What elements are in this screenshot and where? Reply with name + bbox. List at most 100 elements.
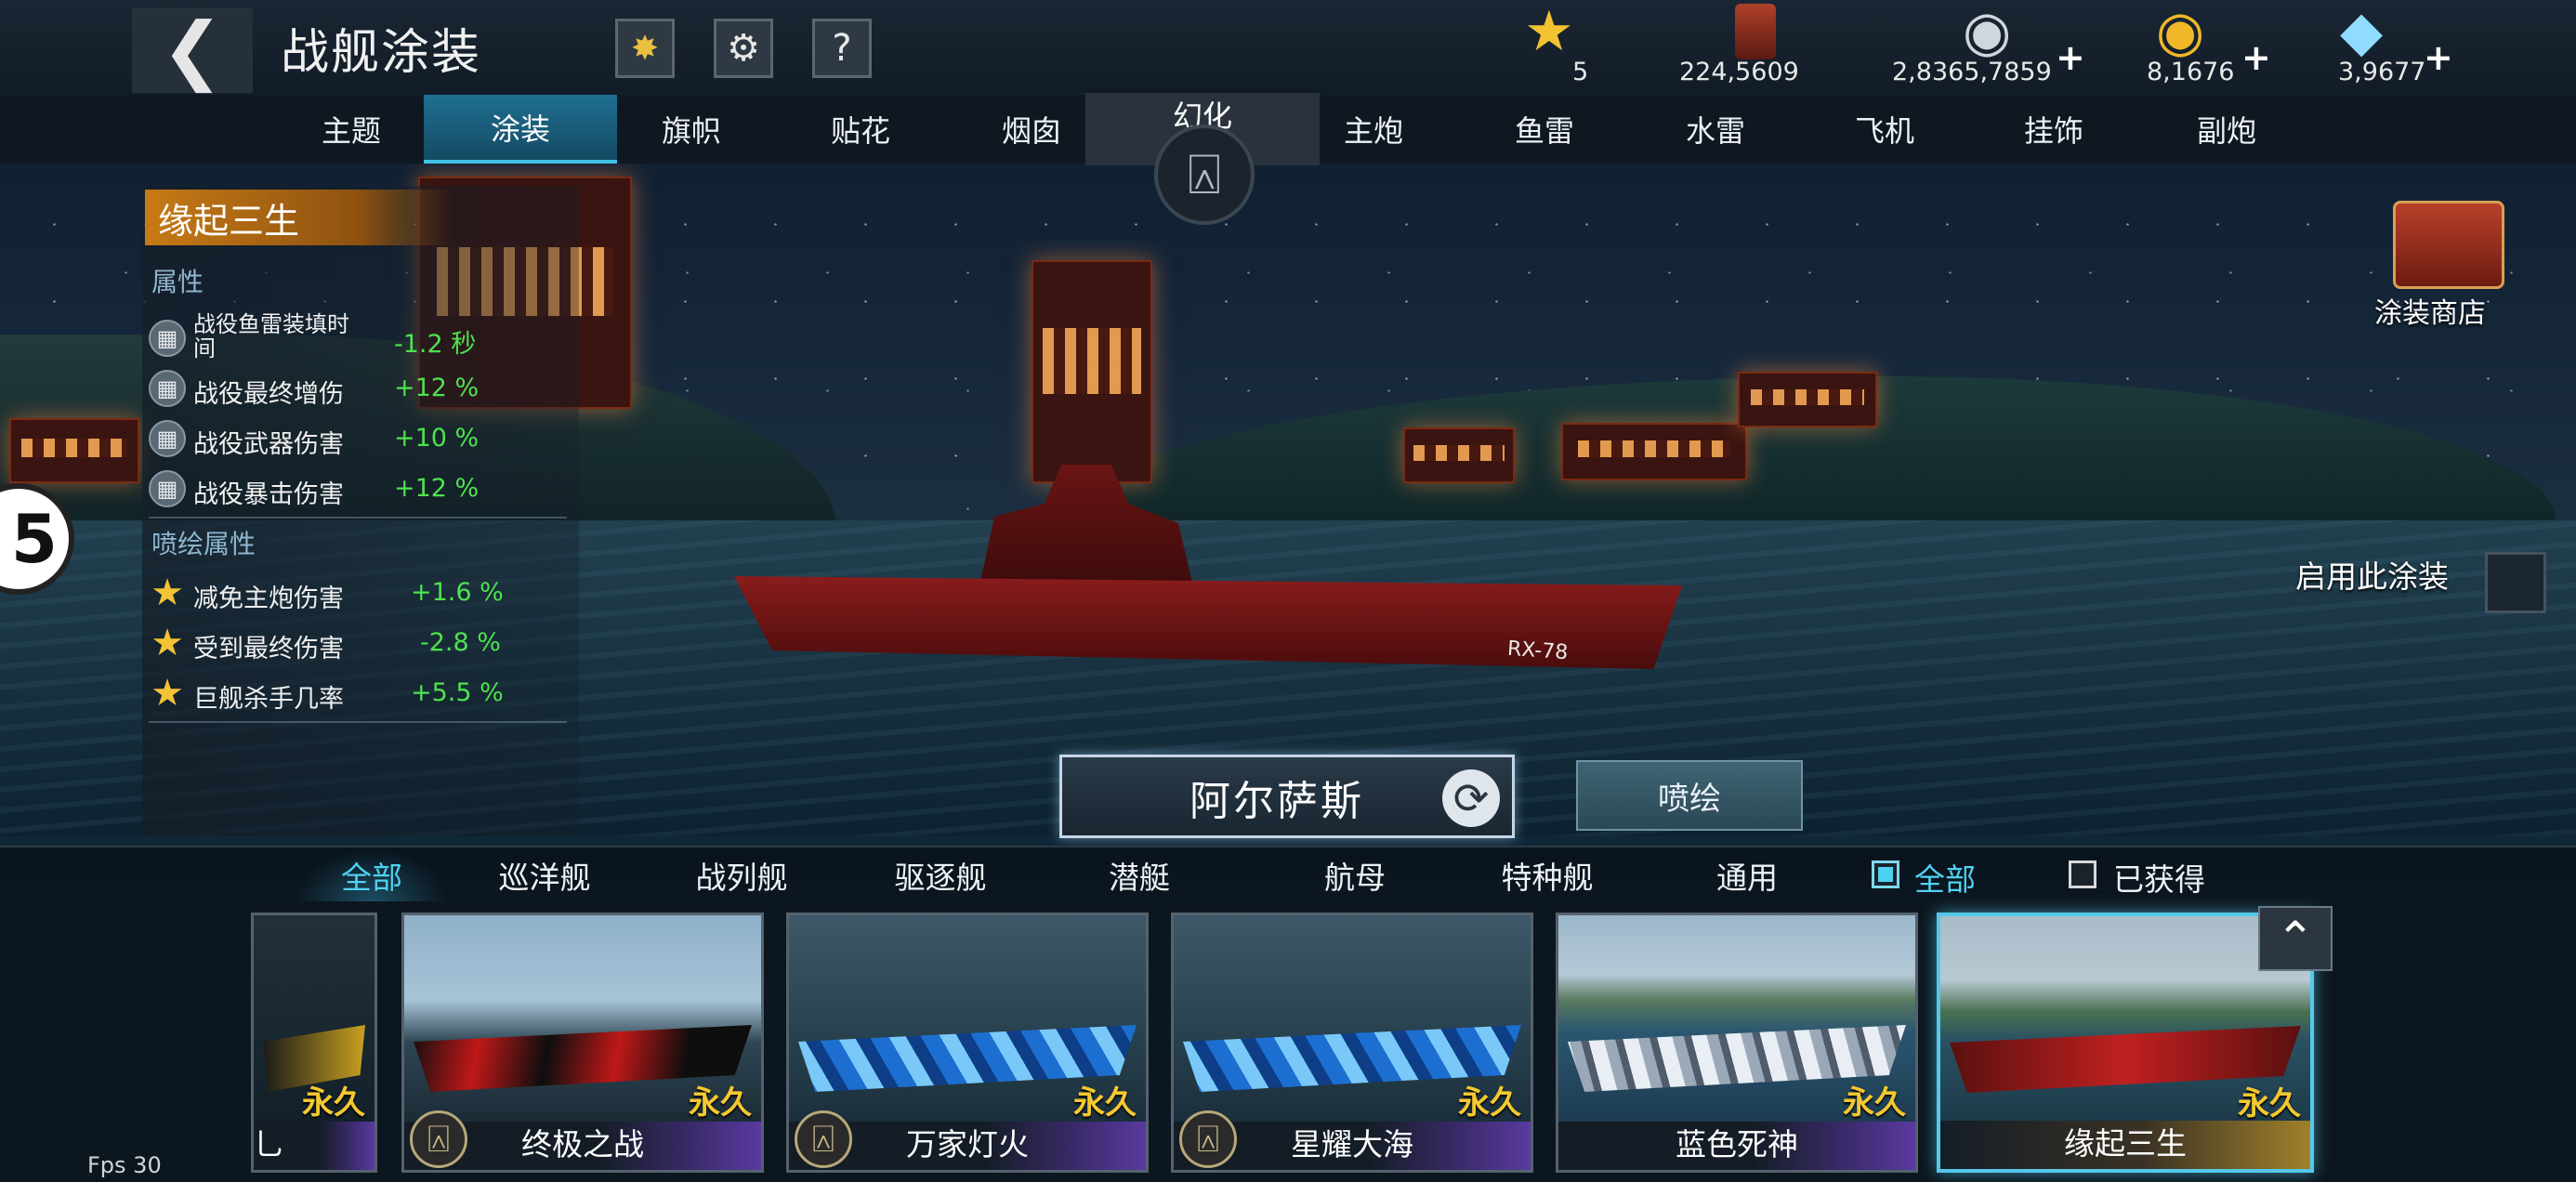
paint-shop-label: 涂装商店	[2374, 297, 2486, 330]
spray-attribute-row: ★ 巨舰杀手几率 +5.5 %	[149, 671, 567, 716]
switch-ship-button[interactable]: ⟳	[1442, 769, 1500, 827]
fireworks-button[interactable]: ✸	[615, 19, 675, 78]
diamond-count: 3,9677	[2338, 58, 2426, 86]
permanent-tag: 永久	[1843, 1084, 1906, 1122]
add-gold-button[interactable]: +	[2241, 37, 2271, 78]
filter-submarine[interactable]: 潜艇	[1084, 847, 1195, 903]
star-icon: ★	[151, 672, 184, 715]
fireworks-icon: ✸	[630, 29, 660, 68]
back-button[interactable]: ❮	[132, 7, 253, 93]
attributes-title: 属性	[151, 267, 204, 297]
skin-card-name: 蓝色死神	[1676, 1126, 1798, 1162]
triquetra-icon: ⍓	[1188, 142, 1221, 207]
spray-attribute-row: ★ 受到最终伤害 -2.8 %	[149, 621, 567, 665]
tab-secondary-gun[interactable]: 副炮	[2171, 95, 2282, 164]
star-resource: ★ 5	[1524, 0, 1617, 93]
spray-attribute-value: +5.5 %	[411, 678, 504, 707]
skin-card-name: 终极之战	[521, 1126, 644, 1162]
spray-button[interactable]: 喷绘	[1576, 760, 1803, 831]
transform-emblem[interactable]: ⍓	[1154, 125, 1255, 225]
paint-resource: 224,5609	[1677, 0, 1845, 93]
tab-aircraft[interactable]: 飞机	[1829, 95, 1940, 164]
attribute-row: ▦ 战役暴击伤害 +12 %	[149, 466, 567, 511]
expand-list-button[interactable]: ⌃	[2258, 906, 2333, 971]
toggle-all-checkbox[interactable]	[1872, 860, 1899, 888]
filter-destroyer[interactable]: 驱逐舰	[864, 847, 1017, 903]
attribute-value: -1.2 秒	[394, 330, 477, 359]
skin-card[interactable]: 永久 ⍓ 星耀大海	[1171, 913, 1533, 1173]
gear-icon: ⚙	[727, 27, 760, 70]
spray-attribute-value: +1.6 %	[411, 578, 504, 607]
attribute-name: 战役武器伤害	[193, 430, 344, 459]
skin-card[interactable]: 永久 ⍓ 万家灯火	[786, 913, 1149, 1173]
skin-card-name: 星耀大海	[1291, 1126, 1413, 1162]
diamond-resource[interactable]: ◆ 3,9677 +	[2334, 0, 2455, 93]
house	[1738, 372, 1877, 427]
tab-main-gun[interactable]: 主炮	[1318, 95, 1429, 164]
spray-attributes-title: 喷绘属性	[151, 529, 256, 559]
attribute-value: +10 %	[394, 424, 480, 453]
ship-type-filter: 全部 巡洋舰 战列舰 驱逐舰 潜艇 航母 特种舰 通用 全部 已获得	[0, 846, 2576, 903]
treasure-chest-icon	[2393, 201, 2504, 289]
attribute-row: ▦ 战役鱼雷装填时间 -1.2 秒	[149, 312, 567, 361]
help-button[interactable]: ?	[812, 19, 872, 78]
tab-funnel[interactable]: 烟囱	[976, 95, 1087, 164]
filter-battleship[interactable]: 战列舰	[665, 847, 818, 903]
paint-shop-button[interactable]: 涂装商店	[2374, 201, 2523, 340]
attribute-value: +12 %	[394, 474, 480, 503]
attribute-name: 战役暴击伤害	[193, 480, 344, 509]
attribute-name: 战役最终增伤	[193, 380, 344, 409]
permanent-tag: 永久	[1458, 1084, 1521, 1122]
ship-name: 阿尔萨斯	[1189, 778, 1364, 825]
tab-decal[interactable]: 贴花	[805, 95, 916, 164]
permanent-tag: 永久	[2238, 1085, 2301, 1123]
tab-theme[interactable]: 主题	[296, 95, 407, 164]
skin-name: 缘起三生	[145, 190, 452, 245]
gold-coins-icon: ◉	[2156, 0, 2205, 64]
skin-card-name: 万家灯火	[906, 1126, 1029, 1162]
attribute-row: ▦ 战役武器伤害 +10 %	[149, 416, 567, 461]
skin-attribute-panel	[142, 186, 579, 836]
add-diamond-button[interactable]: +	[2424, 37, 2453, 78]
fps-counter: Fps 30	[87, 1152, 162, 1178]
filter-all[interactable]: 全部	[296, 847, 448, 903]
attribute-row: ▦ 战役最终增伤 +12 %	[149, 366, 567, 411]
double-chevron-up-icon: ⌃	[2276, 912, 2315, 965]
tab-flag[interactable]: 旗帜	[636, 95, 747, 164]
divider	[149, 721, 567, 723]
skin-card-name: 乚	[254, 1126, 284, 1162]
spray-attribute-value: -2.8 %	[420, 628, 501, 657]
silver-resource[interactable]: ◉ 2,8365,7859 +	[1888, 0, 2085, 93]
spray-attribute-name: 受到最终伤害	[193, 635, 344, 663]
spray-attribute-name: 巨舰杀手几率	[193, 685, 344, 714]
skin-card[interactable]: 永久 蓝色死神	[1556, 913, 1918, 1173]
filter-cruiser[interactable]: 巡洋舰	[468, 847, 621, 903]
toggle-owned-checkbox[interactable]	[2069, 860, 2096, 888]
add-silver-button[interactable]: +	[2056, 37, 2085, 78]
tab-ornament[interactable]: 挂饰	[1998, 95, 2109, 164]
silver-count: 2,8365,7859	[1892, 58, 2052, 86]
settings-button[interactable]: ⚙	[714, 19, 773, 78]
house	[1403, 427, 1515, 483]
divider	[149, 517, 567, 519]
tab-mine[interactable]: 水雷	[1660, 95, 1771, 164]
refresh-icon: ⟳	[1452, 773, 1490, 823]
filter-general[interactable]: 通用	[1691, 847, 1803, 903]
enable-skin-checkbox[interactable]	[2485, 552, 2546, 613]
pagoda-tower	[1032, 260, 1152, 483]
toggle-owned-label[interactable]: 已获得	[2113, 855, 2205, 900]
star-icon: ★	[151, 622, 184, 664]
attribute-value: +12 %	[394, 374, 480, 402]
permanent-tag: 永久	[1073, 1084, 1137, 1122]
gold-resource[interactable]: ◉ 8,1676 +	[2145, 0, 2275, 93]
skin-card[interactable]: 永久 ⍓ 终极之战	[401, 913, 764, 1173]
filter-special[interactable]: 特种舰	[1478, 847, 1617, 903]
spray-attribute-row: ★ 减免主炮伤害 +1.6 %	[149, 571, 567, 615]
toggle-all-label[interactable]: 全部	[1914, 855, 1976, 900]
tab-torpedo[interactable]: 鱼雷	[1489, 95, 1600, 164]
skin-card[interactable]: 永久 乚	[251, 913, 377, 1173]
filter-carrier[interactable]: 航母	[1299, 847, 1411, 903]
skin-card-name: 缘起三生	[2064, 1125, 2187, 1162]
tab-paint[interactable]: 涂装	[424, 95, 617, 164]
paint-count: 224,5609	[1679, 58, 1799, 86]
